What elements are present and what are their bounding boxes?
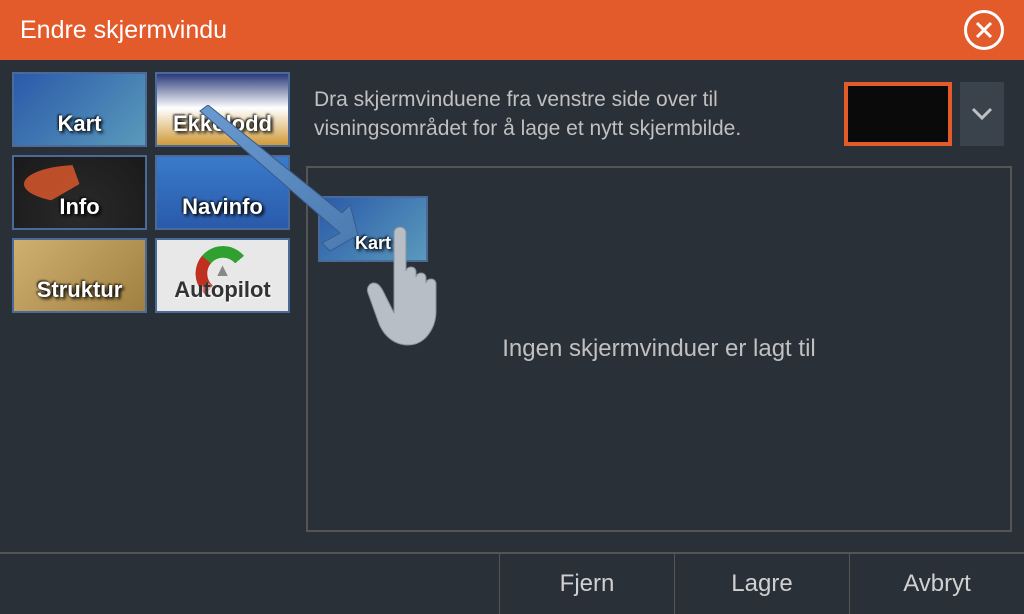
- tile-label: Autopilot: [174, 277, 271, 311]
- tile-label: Kart: [57, 111, 101, 145]
- drag-arrow-icon: [190, 105, 360, 260]
- remove-button[interactable]: Fjern: [499, 554, 674, 614]
- drop-zone-placeholder: Ingen skjermvinduer er lagt til: [502, 335, 815, 363]
- dialog-title: Endre skjermvindu: [20, 16, 227, 45]
- panel-tile-info[interactable]: Info: [12, 155, 147, 230]
- close-icon: [974, 20, 994, 40]
- close-button[interactable]: [964, 10, 1004, 50]
- panel-tile-kart[interactable]: Kart: [12, 72, 147, 147]
- instruction-text: Dra skjermvinduene fra venstre side over…: [314, 85, 824, 144]
- dialog-header: Endre skjermvindu: [0, 0, 1024, 60]
- cancel-button[interactable]: Avbryt: [849, 554, 1024, 614]
- layout-preview[interactable]: [844, 82, 952, 146]
- tile-label: Info: [59, 194, 99, 228]
- main-content: Kart Ekkolodd Info Navinfo Struktur Auto…: [0, 60, 1024, 552]
- save-button[interactable]: Lagre: [674, 554, 849, 614]
- tile-label: Struktur: [37, 277, 123, 311]
- dialog-footer: Fjern Lagre Avbryt: [0, 552, 1024, 614]
- instruction-row: Dra skjermvinduene fra venstre side over…: [306, 72, 1012, 166]
- right-area: Dra skjermvinduene fra venstre side over…: [306, 72, 1012, 540]
- layout-selector: [844, 82, 1004, 146]
- hand-pointer-icon: [356, 223, 456, 358]
- panel-tile-struktur[interactable]: Struktur: [12, 238, 147, 313]
- layout-dropdown-button[interactable]: [960, 82, 1004, 146]
- chevron-down-icon: [971, 107, 993, 121]
- layout-drop-zone[interactable]: Kart Ingen skjermvinduer er lagt til: [306, 166, 1012, 532]
